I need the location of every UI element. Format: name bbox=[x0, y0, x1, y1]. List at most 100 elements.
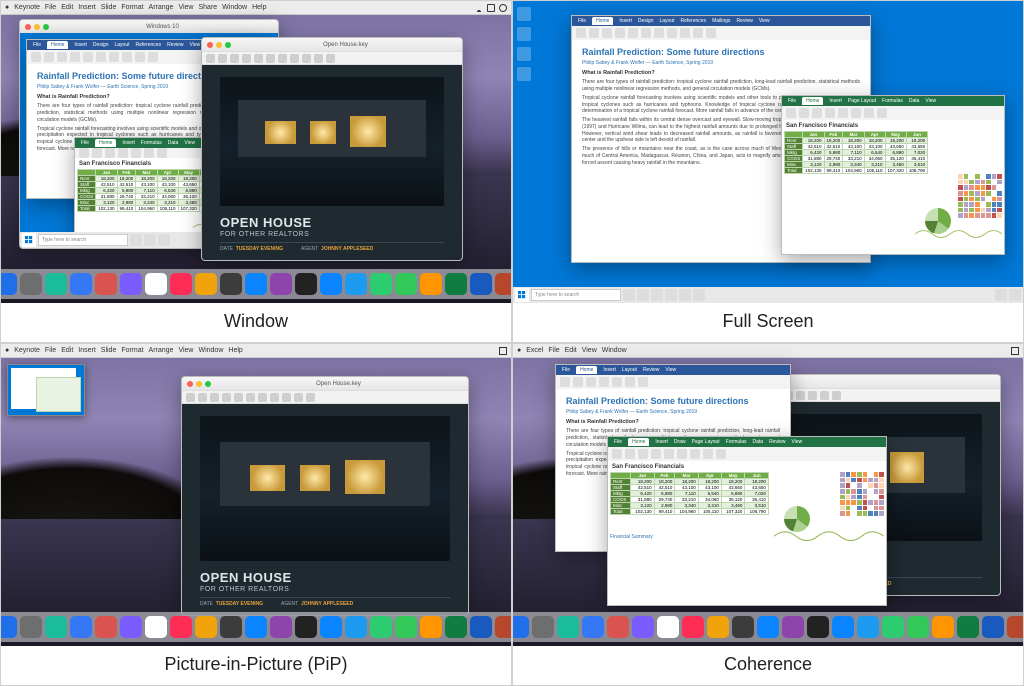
apple-icon[interactable]: ● bbox=[5, 347, 9, 354]
dock-app-icon[interactable] bbox=[45, 616, 67, 638]
taskbar-app-icon[interactable] bbox=[665, 289, 677, 301]
excel-sheet[interactable]: San Francisco Financials JanFebMarAprMay… bbox=[782, 120, 1004, 254]
keynote-toolbar[interactable] bbox=[202, 51, 462, 65]
dock-app-icon[interactable] bbox=[95, 616, 117, 638]
dock-app-icon[interactable] bbox=[495, 273, 511, 295]
dock-app-icon[interactable] bbox=[395, 616, 417, 638]
dock-app-icon[interactable] bbox=[707, 616, 729, 638]
win10-taskbar[interactable]: Type here to search bbox=[513, 287, 1023, 303]
dock-app-icon[interactable] bbox=[370, 273, 392, 295]
minimize-icon[interactable] bbox=[216, 42, 222, 48]
dock-app-icon[interactable] bbox=[807, 616, 829, 638]
keynote-toolbar[interactable] bbox=[182, 390, 468, 404]
excel-sheet[interactable]: San Francisco Financials JanFebMarAprMay… bbox=[608, 461, 886, 605]
dock-app-icon[interactable] bbox=[20, 273, 42, 295]
dock-app-icon[interactable] bbox=[345, 616, 367, 638]
dock-app-icon[interactable] bbox=[732, 616, 754, 638]
battery-icon[interactable] bbox=[1011, 347, 1019, 355]
dock-app-icon[interactable] bbox=[657, 616, 679, 638]
dock-app-icon[interactable] bbox=[195, 273, 217, 295]
taskbar-search[interactable]: Type here to search bbox=[531, 289, 621, 301]
dock-app-icon[interactable] bbox=[170, 616, 192, 638]
close-icon[interactable] bbox=[187, 381, 193, 387]
desktop-icons[interactable] bbox=[517, 7, 531, 81]
dock-app-icon[interactable] bbox=[582, 616, 604, 638]
mac-menubar[interactable]: ● Keynote File Edit Insert Slide Format … bbox=[1, 344, 511, 358]
dock-app-icon[interactable] bbox=[632, 616, 654, 638]
menubar-app[interactable]: Keynote bbox=[14, 4, 40, 11]
dock-app-icon[interactable] bbox=[320, 616, 342, 638]
taskbar-app-icon[interactable] bbox=[144, 234, 156, 246]
taskbar-app-icon[interactable] bbox=[651, 289, 663, 301]
word-ribbon[interactable]: File Home Insert Design Layout Reference… bbox=[572, 16, 870, 40]
mac-menubar[interactable]: ● Excel File Edit View Window bbox=[513, 344, 1023, 358]
dock-app-icon[interactable] bbox=[145, 616, 167, 638]
dock-app-icon[interactable] bbox=[982, 616, 1004, 638]
start-button[interactable] bbox=[22, 233, 36, 247]
excel-ribbon[interactable]: File Home Insert Draw Page Layout Formul… bbox=[608, 437, 886, 461]
dock-app-icon[interactable] bbox=[470, 273, 492, 295]
zoom-icon[interactable] bbox=[225, 42, 231, 48]
dock-app-icon[interactable] bbox=[345, 273, 367, 295]
dock-app-icon[interactable] bbox=[320, 273, 342, 295]
close-icon[interactable] bbox=[207, 42, 213, 48]
dock-app-icon[interactable] bbox=[557, 616, 579, 638]
minimize-icon[interactable] bbox=[196, 381, 202, 387]
dock-app-icon[interactable] bbox=[195, 616, 217, 638]
dock-app-icon[interactable] bbox=[245, 273, 267, 295]
excel-ribbon[interactable]: File Home Insert Page Layout Formulas Da… bbox=[782, 96, 1004, 120]
zoom-icon[interactable] bbox=[43, 24, 49, 30]
dock-app-icon[interactable] bbox=[70, 273, 92, 295]
dock-app-icon[interactable] bbox=[445, 616, 467, 638]
mac-menubar[interactable]: ● Keynote File Edit Insert Slide Format … bbox=[1, 1, 511, 15]
minimize-icon[interactable] bbox=[34, 24, 40, 30]
dock-app-icon[interactable] bbox=[270, 273, 292, 295]
dock-app-icon[interactable] bbox=[882, 616, 904, 638]
start-button[interactable] bbox=[515, 288, 529, 302]
battery-icon[interactable] bbox=[499, 347, 507, 355]
dock-app-icon[interactable] bbox=[757, 616, 779, 638]
dock-app-icon[interactable] bbox=[120, 616, 142, 638]
keynote-window[interactable]: Open House.key OPEN HOUSE FOR OTHER REAL… bbox=[201, 37, 463, 261]
dock-app-icon[interactable] bbox=[170, 273, 192, 295]
dock-app-icon[interactable] bbox=[120, 273, 142, 295]
dock-app-icon[interactable] bbox=[445, 273, 467, 295]
dock-app-icon[interactable] bbox=[295, 273, 317, 295]
dock-app-icon[interactable] bbox=[607, 616, 629, 638]
dock-app-icon[interactable] bbox=[145, 273, 167, 295]
dock-app-icon[interactable] bbox=[513, 616, 529, 638]
dock-app-icon[interactable] bbox=[245, 616, 267, 638]
mac-dock[interactable] bbox=[513, 612, 1023, 642]
taskbar-app-icon[interactable] bbox=[679, 289, 691, 301]
dock-app-icon[interactable] bbox=[220, 273, 242, 295]
dock-app-icon[interactable] bbox=[370, 616, 392, 638]
keynote-window[interactable]: Open House.key OPEN HOUSE FOR OTHER REAL… bbox=[181, 376, 469, 616]
tray-icon[interactable] bbox=[1009, 289, 1021, 301]
dock-app-icon[interactable] bbox=[20, 616, 42, 638]
pip-thumbnail[interactable] bbox=[7, 364, 85, 416]
tray-icon[interactable] bbox=[995, 289, 1007, 301]
dock-app-icon[interactable] bbox=[495, 616, 511, 638]
taskbar-app-icon[interactable] bbox=[158, 234, 170, 246]
close-icon[interactable] bbox=[25, 24, 31, 30]
taskbar-app-icon[interactable] bbox=[637, 289, 649, 301]
dock-app-icon[interactable] bbox=[395, 273, 417, 295]
apple-icon[interactable]: ● bbox=[517, 347, 521, 354]
dock-app-icon[interactable] bbox=[1, 616, 17, 638]
dock-app-icon[interactable] bbox=[957, 616, 979, 638]
taskbar-app-icon[interactable] bbox=[130, 234, 142, 246]
dock-app-icon[interactable] bbox=[907, 616, 929, 638]
dock-app-icon[interactable] bbox=[70, 616, 92, 638]
dock-app-icon[interactable] bbox=[420, 616, 442, 638]
dock-app-icon[interactable] bbox=[270, 616, 292, 638]
dock-app-icon[interactable] bbox=[45, 273, 67, 295]
dock-app-icon[interactable] bbox=[857, 616, 879, 638]
dock-app-icon[interactable] bbox=[420, 273, 442, 295]
dock-app-icon[interactable] bbox=[95, 273, 117, 295]
apple-icon[interactable]: ● bbox=[5, 4, 9, 11]
battery-icon[interactable] bbox=[487, 4, 495, 12]
dock-app-icon[interactable] bbox=[932, 616, 954, 638]
mac-dock[interactable] bbox=[1, 269, 511, 299]
dock-app-icon[interactable] bbox=[782, 616, 804, 638]
keynote-toolbar[interactable] bbox=[756, 388, 1000, 402]
